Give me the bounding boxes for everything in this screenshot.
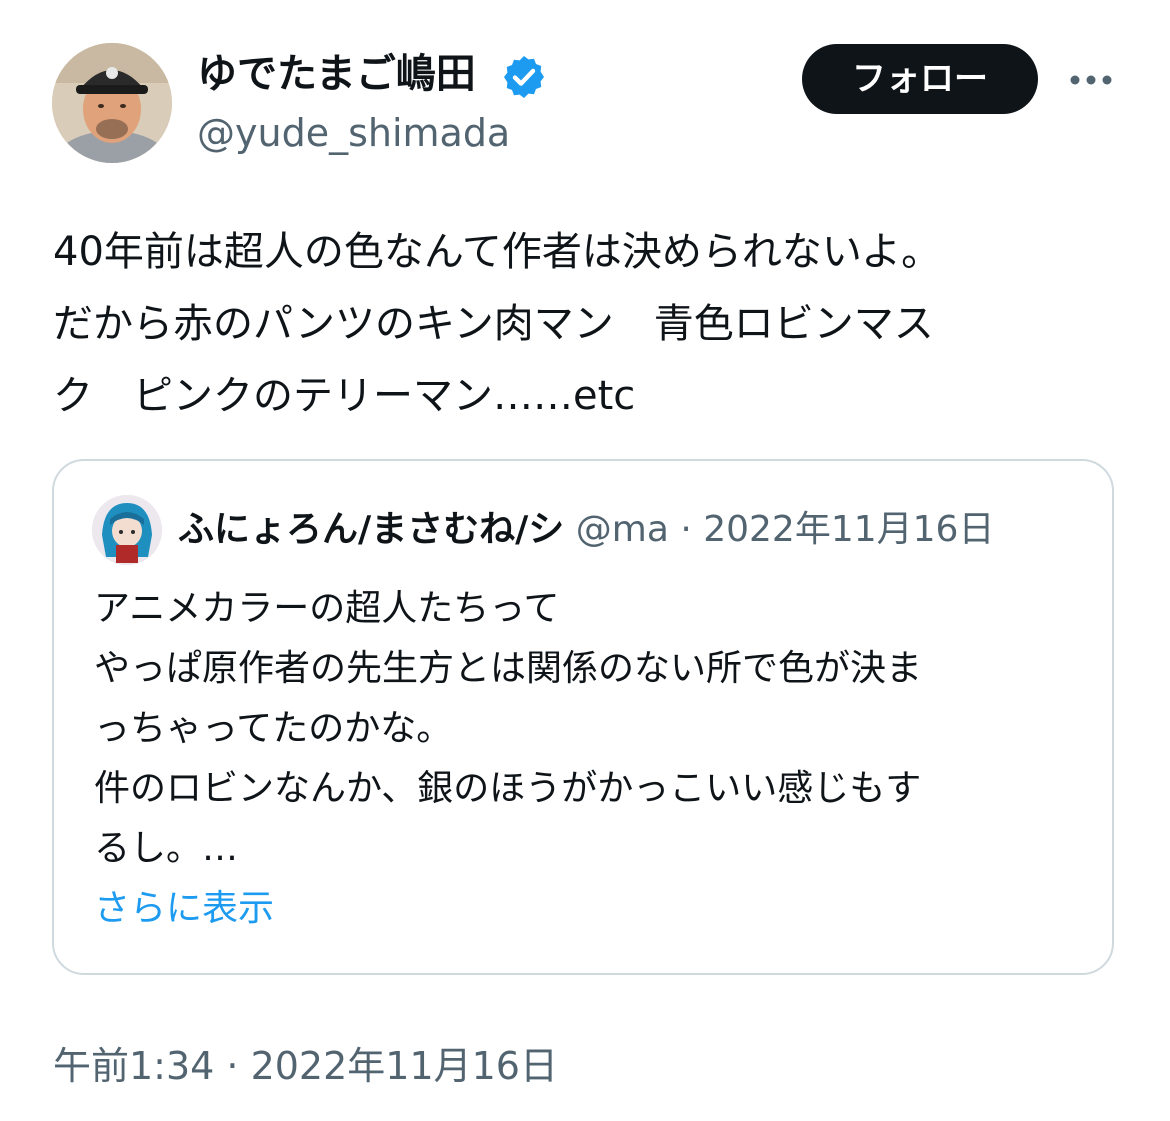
- quote-text-line: やっぱ原作者の先生方とは関係のない所で色が決ま: [94, 648, 923, 689]
- quote-author-meta: @ma · 2022年11月16日: [564, 509, 995, 550]
- more-dots-icon[interactable]: [1064, 60, 1118, 100]
- quote-text-line: アニメカラーの超人たちって: [94, 588, 560, 629]
- quote-header: ふにょろん/まさむね/シ @ma · 2022年11月16日: [178, 507, 994, 553]
- author-avatar-image: [52, 43, 172, 163]
- quote-avatar-image: [92, 495, 162, 565]
- tweet-text-line: ク ピンクのテリーマン……etc: [53, 373, 636, 419]
- quote-text-line: るし。…: [94, 828, 239, 869]
- author-avatar[interactable]: [52, 43, 172, 163]
- author-handle[interactable]: @yude_shimada: [197, 108, 510, 158]
- follow-button[interactable]: フォロー: [802, 44, 1038, 114]
- quote-text: アニメカラーの超人たちって やっぱ原作者の先生方とは関係のない所で色が決ま っち…: [94, 579, 1084, 939]
- quote-author-avatar: [92, 495, 162, 565]
- quote-text-line: 件のロビンなんか、銀のほうがかっこいい感じもす: [94, 768, 922, 809]
- quoted-tweet-card[interactable]: ふにょろん/まさむね/シ @ma · 2022年11月16日 アニメカラーの超人…: [52, 459, 1114, 975]
- tweet-timestamp[interactable]: 午前1:34 · 2022年11月16日: [53, 1040, 558, 1092]
- tweet-text-line: だから赤のパンツのキン肉マン 青色ロビンマス: [53, 301, 934, 347]
- author-display-name[interactable]: ゆでたまご嶋田: [197, 48, 476, 100]
- tweet-text-line: 40年前は超人の色なんて作者は決められないよ。: [53, 229, 942, 275]
- quote-author-name: ふにょろん/まさむね/シ: [178, 509, 565, 550]
- show-more-link[interactable]: さらに表示: [94, 879, 1084, 939]
- quote-text-line: っちゃってたのかな。: [94, 708, 453, 749]
- tweet-text: 40年前は超人の色なんて作者は決められないよ。 だから赤のパンツのキン肉マン 青…: [53, 216, 1123, 432]
- verified-badge-icon: [504, 56, 544, 98]
